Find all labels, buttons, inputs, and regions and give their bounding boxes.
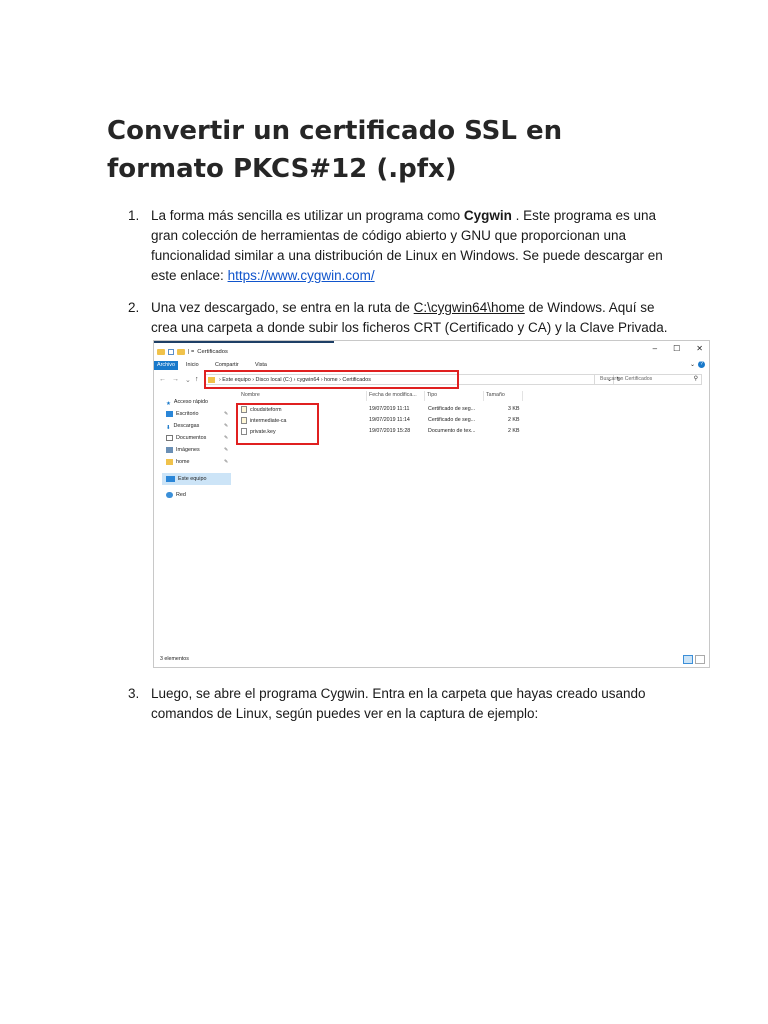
- search-icon: ⚲: [693, 376, 698, 382]
- details-view-icon[interactable]: [683, 655, 693, 664]
- help-icon[interactable]: ?: [698, 361, 705, 368]
- ribbon-tabs: Archivo Inicio Compartir Vista ⌄ ?: [154, 361, 709, 370]
- folder-icon: [157, 348, 165, 355]
- steps-list: 1. La forma más sencilla es utilizar un …: [128, 206, 668, 348]
- column-header-tipo[interactable]: Tipo: [427, 392, 437, 398]
- item-text: Una vez descargado, se entra en la ruta …: [151, 300, 414, 315]
- column-header-fecha[interactable]: Fecha de modifica...: [369, 392, 417, 398]
- file-type: Certificado de seg...: [428, 406, 476, 412]
- path-highlight-box: [204, 370, 459, 389]
- list-item: 3. Luego, se abre el programa Cygwin. En…: [128, 684, 668, 724]
- column-header-nombre[interactable]: Nombre: [241, 392, 260, 398]
- pin-icon[interactable]: ✎: [224, 411, 228, 417]
- sidebar-item-label: Acceso rápido: [173, 399, 209, 405]
- sidebar-item-label: Red: [176, 492, 186, 498]
- search-placeholder: Buscar en Certificados: [600, 376, 653, 382]
- network-icon: [166, 491, 173, 498]
- item-number: 1.: [128, 208, 140, 223]
- item-count: 3 elementos: [160, 656, 189, 662]
- cygwin-name: Cygwin: [463, 208, 512, 223]
- sidebar-item-escritorio[interactable]: Escritorio: [166, 409, 198, 419]
- chevron-down-icon[interactable]: ⌄: [690, 361, 695, 368]
- home-path: C:\cygwin64\home: [413, 300, 525, 315]
- sidebar-item-home[interactable]: home: [166, 457, 190, 467]
- item-text: Luego, se abre el programa Cygwin. Entra…: [151, 686, 646, 721]
- tab-vista[interactable]: Vista: [255, 361, 267, 370]
- files-highlight-box: [236, 403, 319, 445]
- minimize-button[interactable]: –: [653, 344, 657, 353]
- column-divider[interactable]: [483, 391, 484, 401]
- sidebar-item-imagenes[interactable]: Imágenes: [166, 445, 200, 455]
- column-divider[interactable]: [366, 391, 367, 401]
- properties-icon[interactable]: [168, 348, 174, 355]
- sidebar-item-label: Este equipo: [178, 476, 207, 482]
- sidebar-item-label: home: [176, 459, 190, 465]
- up-arrow-icon[interactable]: ↑: [195, 376, 199, 383]
- images-icon: [166, 446, 173, 453]
- column-divider[interactable]: [424, 391, 425, 401]
- download-icon: ⬇: [166, 424, 171, 431]
- cygwin-link[interactable]: https://www.cygwin.com/: [228, 268, 375, 283]
- column-header-tamano[interactable]: Tamaño: [486, 392, 505, 398]
- sidebar-item-descargas[interactable]: ⬇ Descargas: [166, 421, 199, 431]
- quick-access-toolbar: | = Certificados: [157, 347, 228, 356]
- window-controls: – ☐ ✕: [653, 344, 703, 353]
- star-icon: ★: [166, 400, 171, 407]
- file-date: 19/07/2019 11:14: [369, 417, 410, 423]
- column-divider[interactable]: [522, 391, 523, 401]
- sidebar-item-label: Imágenes: [176, 447, 200, 453]
- tab-archivo[interactable]: Archivo: [154, 361, 178, 370]
- file-date: 19/07/2019 15:28: [369, 428, 411, 434]
- pin-icon[interactable]: ✎: [224, 447, 228, 453]
- page-title: Convertir un certificado SSL en formato …: [107, 116, 563, 184]
- file-type: Documento de tex...: [428, 428, 476, 434]
- recent-chevron-icon[interactable]: ⌄: [185, 376, 191, 384]
- item-number: 3.: [128, 686, 140, 701]
- forward-arrow-icon[interactable]: →: [172, 376, 179, 383]
- close-button[interactable]: ✕: [696, 344, 703, 353]
- sidebar-item-label: Escritorio: [176, 411, 199, 417]
- sidebar-item-red[interactable]: Red: [166, 490, 186, 500]
- window-title: Certificados: [197, 348, 228, 355]
- pin-icon[interactable]: ✎: [224, 459, 228, 465]
- desktop-icon: [166, 410, 173, 417]
- pin-icon[interactable]: ✎: [224, 435, 228, 441]
- sidebar-item-label: Documentos: [176, 435, 207, 441]
- documents-icon: [166, 434, 173, 441]
- folder-icon: [166, 458, 173, 465]
- back-arrow-icon[interactable]: ←: [159, 376, 166, 383]
- status-bar: 3 elementos: [154, 653, 709, 667]
- steps-list-continued: 3. Luego, se abre el programa Cygwin. En…: [128, 684, 668, 724]
- maximize-button[interactable]: ☐: [673, 344, 680, 353]
- computer-icon: [166, 475, 175, 482]
- file-size: 2 KB: [508, 428, 520, 434]
- list-item: 1. La forma más sencilla es utilizar un …: [128, 206, 668, 286]
- item-number: 2.: [128, 300, 140, 315]
- file-date: 19/07/2019 11:11: [369, 406, 410, 412]
- new-folder-icon[interactable]: [177, 348, 185, 355]
- sidebar-item-acceso-rapido[interactable]: ★ Acceso rápido: [166, 397, 208, 407]
- explorer-window: | = Certificados – ☐ ✕ Archivo Inicio Co…: [153, 340, 710, 668]
- tab-inicio[interactable]: Inicio: [186, 361, 199, 370]
- sidebar-item-label: Descargas: [173, 423, 200, 429]
- file-type: Certificado de seg...: [428, 417, 476, 423]
- item-text: La forma más sencilla es utilizar un pro…: [151, 208, 464, 223]
- file-size: 2 KB: [508, 417, 520, 423]
- file-size: 3 KB: [508, 406, 520, 412]
- large-icons-view-icon[interactable]: [695, 655, 705, 664]
- tab-compartir[interactable]: Compartir: [215, 361, 239, 370]
- title-accent: [154, 341, 334, 343]
- title-bar: | = Certificados – ☐ ✕: [154, 341, 709, 359]
- list-item: 2. Una vez descargado, se entra en la ru…: [128, 298, 668, 338]
- sidebar-item-documentos[interactable]: Documentos: [166, 433, 206, 443]
- view-buttons: [683, 655, 705, 664]
- qa-separator: | =: [188, 348, 195, 355]
- sidebar-item-este-equipo[interactable]: Este equipo: [166, 474, 206, 484]
- pin-icon[interactable]: ✎: [224, 423, 228, 429]
- search-input[interactable]: Buscar en Certificados ⚲: [594, 374, 702, 385]
